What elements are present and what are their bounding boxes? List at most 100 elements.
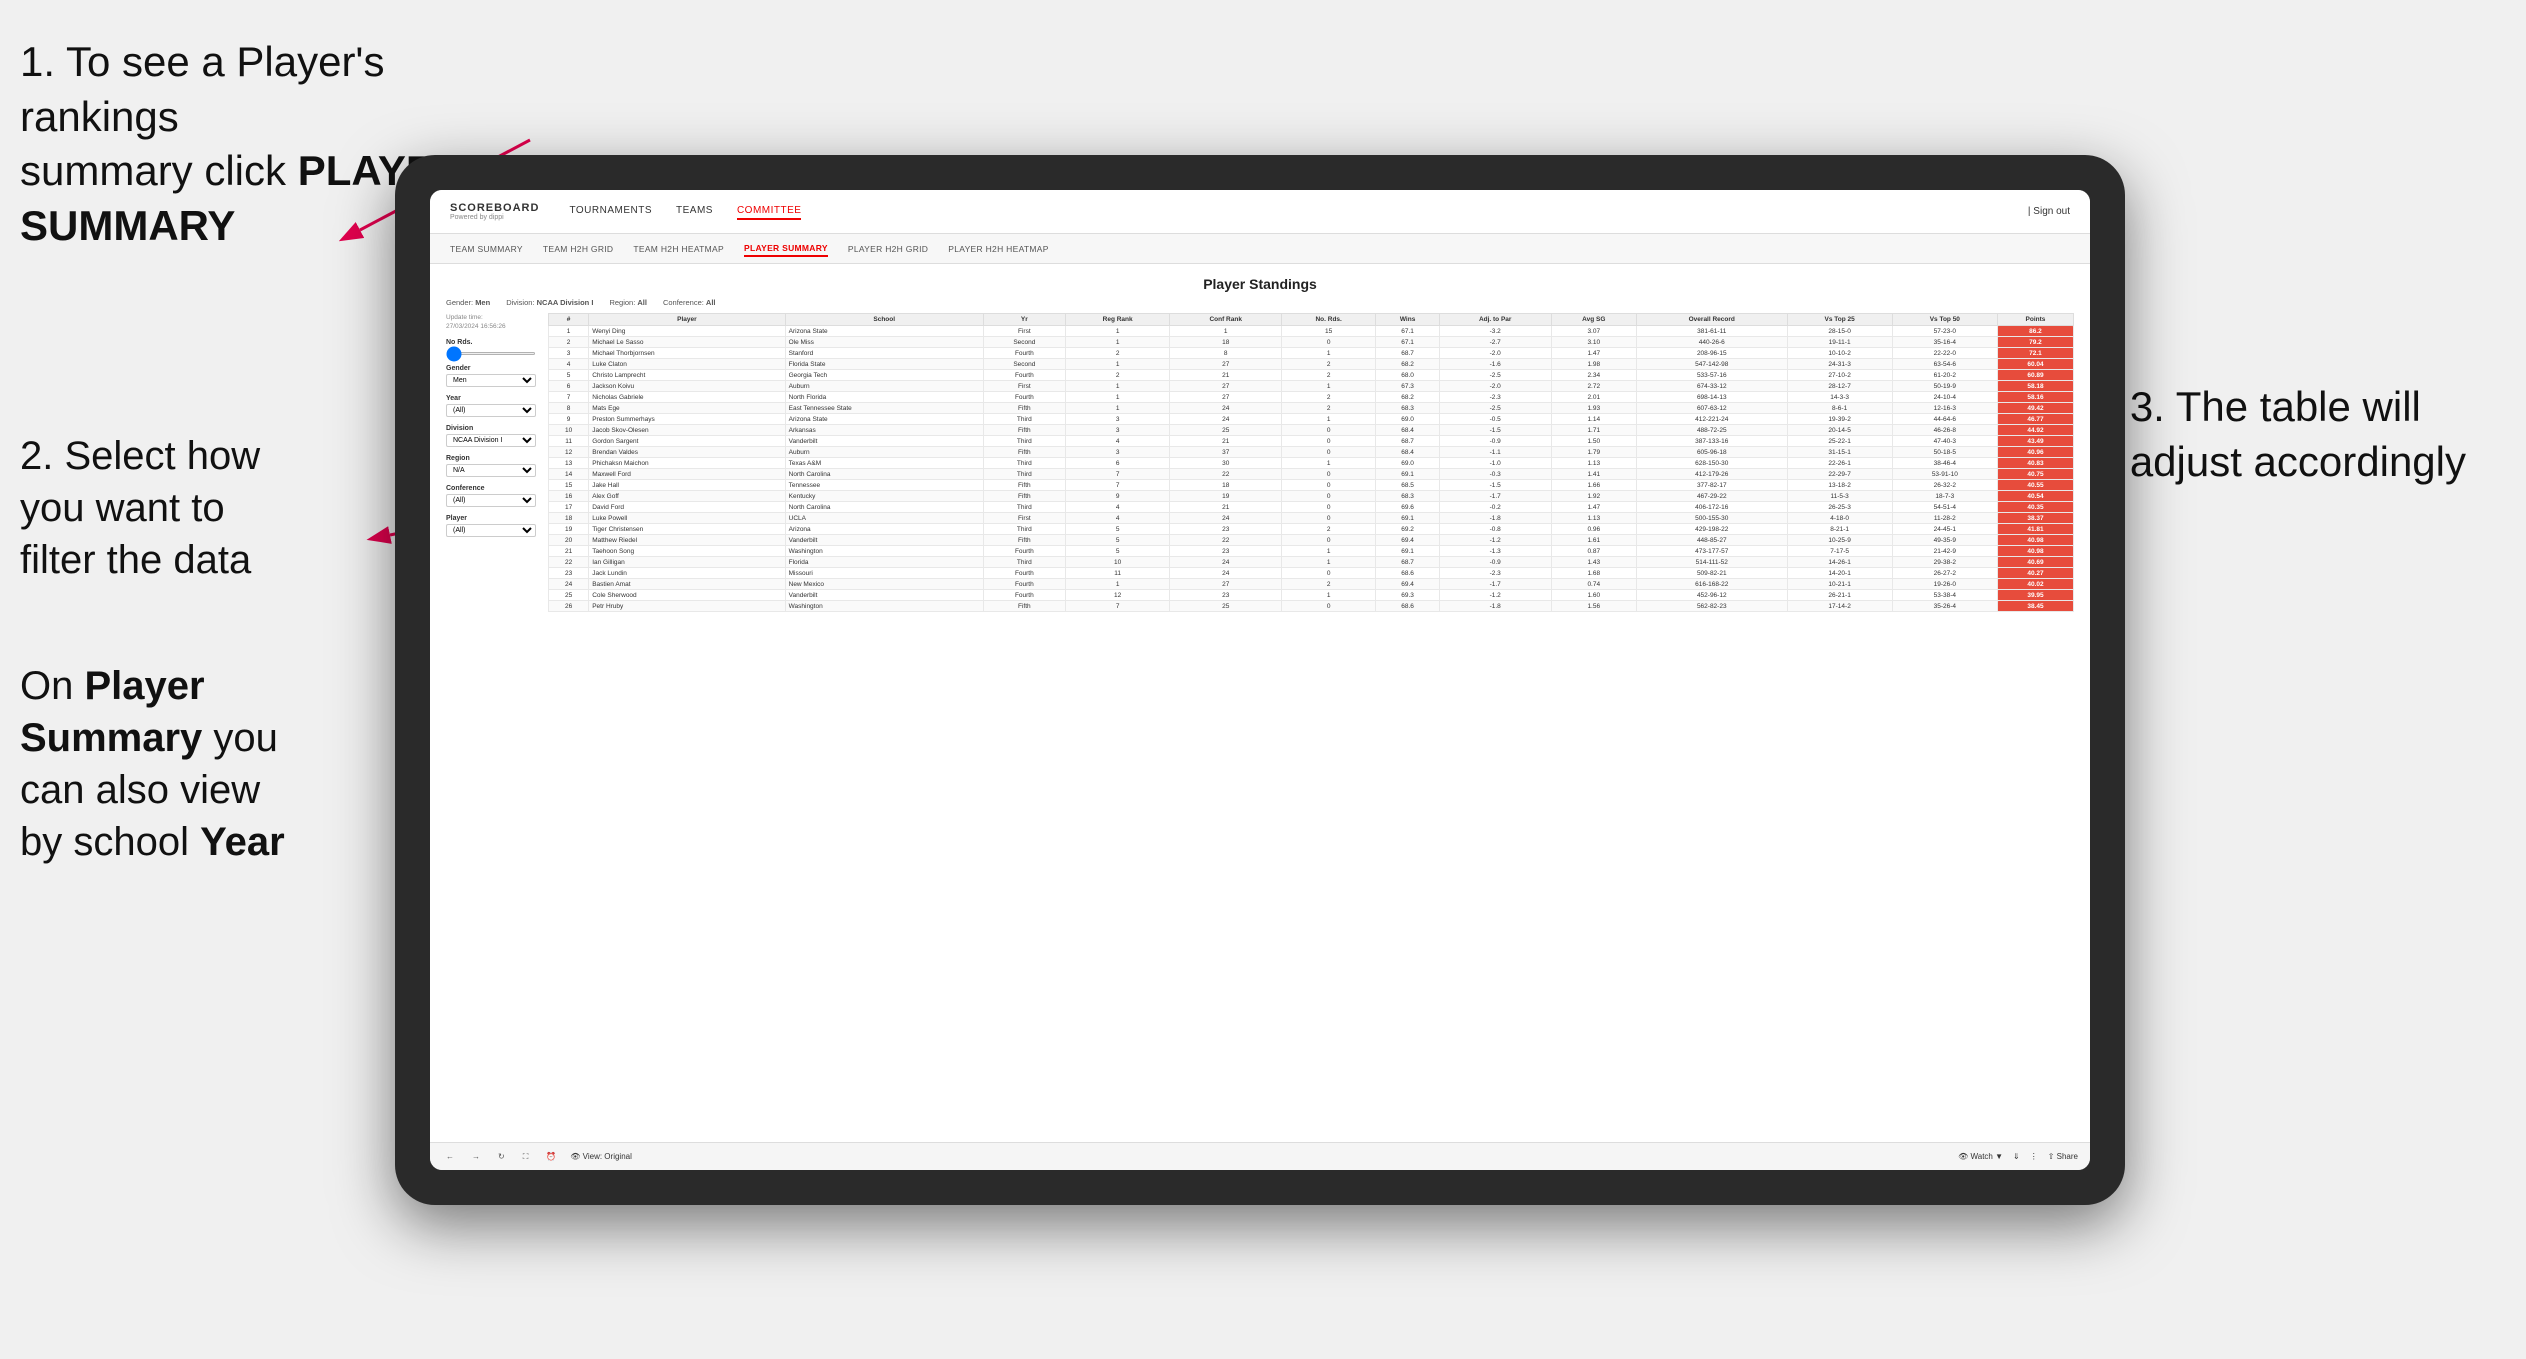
data-cell: 68.0: [1376, 370, 1440, 381]
logo-area: SCOREBOARD Powered by dippi: [450, 202, 539, 221]
toolbar-share2[interactable]: ⛶: [519, 1150, 533, 1164]
school-name-cell: Auburn: [785, 447, 983, 458]
data-cell: 68.7: [1376, 557, 1440, 568]
data-cell: 3: [1065, 425, 1170, 436]
data-cell: 6: [1065, 458, 1170, 469]
subnav-player-h2h-grid[interactable]: PLAYER H2H GRID: [848, 242, 928, 256]
data-cell: 533-57-16: [1637, 370, 1787, 381]
data-cell: 68.2: [1376, 392, 1440, 403]
data-cell: Fourth: [983, 392, 1065, 403]
data-cell: -1.8: [1439, 601, 1551, 612]
data-cell: 0: [1282, 502, 1376, 513]
data-cell: 69.0: [1376, 414, 1440, 425]
data-cell: 0: [1282, 469, 1376, 480]
school-name-cell: North Carolina: [785, 469, 983, 480]
filter-region: Region N/A: [446, 455, 536, 477]
region-select[interactable]: N/A: [446, 464, 536, 477]
player-select[interactable]: (All): [446, 524, 536, 537]
data-cell: 1.66: [1551, 480, 1636, 491]
points-cell: 86.2: [1997, 326, 2073, 337]
school-name-cell: Arkansas: [785, 425, 983, 436]
table-row: 12Brendan ValdesAuburnFifth337068.4-1.11…: [549, 447, 2074, 458]
year-select[interactable]: (All): [446, 404, 536, 417]
data-cell: Fifth: [983, 425, 1065, 436]
subnav-player-summary[interactable]: PLAYER SUMMARY: [744, 241, 828, 257]
data-cell: 1.47: [1551, 348, 1636, 359]
table-row: 11Gordon SargentVanderbiltThird421068.7-…: [549, 436, 2074, 447]
grid-btn[interactable]: ⋮: [2030, 1152, 2038, 1161]
data-cell: 3: [1065, 414, 1170, 425]
player-name-cell: Petr Hruby: [589, 601, 785, 612]
th-adj-to-par: Adj. to Par: [1439, 314, 1551, 326]
data-cell: 11-5-3: [1787, 491, 1892, 502]
gender-select[interactable]: Men: [446, 374, 536, 387]
data-cell: 429-198-22: [1637, 524, 1787, 535]
download-btn[interactable]: ⇓: [2013, 1152, 2020, 1161]
data-cell: 0: [1282, 513, 1376, 524]
data-cell: 412-221-24: [1637, 414, 1787, 425]
bottom-toolbar: ← → ↻ ⛶ ⏰ 👁 View: Original 👁 Watch ▼ ⇓ ⋮…: [430, 1142, 2090, 1170]
subnav-team-h2h-grid[interactable]: TEAM H2H GRID: [543, 242, 614, 256]
table-row: 6Jackson KoivuAuburnFirst127167.3-2.02.7…: [549, 381, 2074, 392]
school-name-cell: East Tennessee State: [785, 403, 983, 414]
data-cell: 1.71: [1551, 425, 1636, 436]
nav-item-tournaments[interactable]: TOURNAMENTS: [569, 203, 652, 220]
data-cell: 3.10: [1551, 337, 1636, 348]
data-cell: 1.93: [1551, 403, 1636, 414]
data-cell: 13: [549, 458, 589, 469]
share-btn[interactable]: ⇧ Share: [2048, 1152, 2078, 1161]
data-cell: -1.0: [1439, 458, 1551, 469]
school-name-cell: Vanderbilt: [785, 436, 983, 447]
data-cell: Fourth: [983, 546, 1065, 557]
th-overall-record: Overall Record: [1637, 314, 1787, 326]
data-cell: -3.2: [1439, 326, 1551, 337]
data-cell: 473-177-57: [1637, 546, 1787, 557]
school-name-cell: Arizona State: [785, 326, 983, 337]
data-cell: Fourth: [983, 370, 1065, 381]
conference-label: Conference: All: [663, 298, 716, 307]
data-cell: 605-96-18: [1637, 447, 1787, 458]
toolbar-back[interactable]: ←: [442, 1150, 458, 1163]
player-name-cell: Jackson Koivu: [589, 381, 785, 392]
data-cell: 377-82-17: [1637, 480, 1787, 491]
data-cell: 0.87: [1551, 546, 1636, 557]
table-row: 25Cole SherwoodVanderbiltFourth1223169.3…: [549, 590, 2074, 601]
division-select[interactable]: NCAA Division I: [446, 434, 536, 447]
data-cell: 5: [1065, 524, 1170, 535]
region-filter-label: Region: [446, 455, 536, 462]
data-cell: First: [983, 326, 1065, 337]
data-cell: 0: [1282, 491, 1376, 502]
subnav-team-h2h-heatmap[interactable]: TEAM H2H HEATMAP: [633, 242, 724, 256]
data-cell: Fifth: [983, 601, 1065, 612]
data-cell: 21: [1170, 502, 1282, 513]
nav-items: TOURNAMENTS TEAMS COMMITTEE: [569, 203, 2027, 220]
data-cell: 69.0: [1376, 458, 1440, 469]
data-cell: 16: [549, 491, 589, 502]
slider-container[interactable]: [446, 348, 536, 357]
data-cell: 19-11-1: [1787, 337, 1892, 348]
data-cell: 387-133-16: [1637, 436, 1787, 447]
sign-out-link[interactable]: | Sign out: [2028, 206, 2070, 217]
points-cell: 60.89: [1997, 370, 2073, 381]
player-name-cell: Nicholas Gabriele: [589, 392, 785, 403]
data-cell: -1.1: [1439, 447, 1551, 458]
conference-select[interactable]: (All): [446, 494, 536, 507]
data-cell: 21: [549, 546, 589, 557]
watch-btn[interactable]: 👁 Watch ▼: [1958, 1152, 2003, 1161]
toolbar-reload[interactable]: ↻: [494, 1150, 509, 1163]
subnav-team-summary[interactable]: TEAM SUMMARY: [450, 242, 523, 256]
points-cell: 60.04: [1997, 359, 2073, 370]
table-row: 17David FordNorth CarolinaThird421069.6-…: [549, 502, 2074, 513]
nav-item-teams[interactable]: TEAMS: [676, 203, 713, 220]
toolbar-forward[interactable]: →: [468, 1150, 484, 1163]
subnav-player-h2h-heatmap[interactable]: PLAYER H2H HEATMAP: [948, 242, 1049, 256]
toolbar-clock[interactable]: ⏰: [542, 1150, 560, 1163]
data-cell: 7: [1065, 480, 1170, 491]
data-cell: 616-168-22: [1637, 579, 1787, 590]
no-rds-slider[interactable]: [446, 352, 536, 355]
school-name-cell: Kentucky: [785, 491, 983, 502]
nav-item-committee[interactable]: COMMITTEE: [737, 203, 802, 220]
data-cell: Fifth: [983, 535, 1065, 546]
player-name-cell: Taehoon Song: [589, 546, 785, 557]
table-row: 21Taehoon SongWashingtonFourth523169.1-1…: [549, 546, 2074, 557]
